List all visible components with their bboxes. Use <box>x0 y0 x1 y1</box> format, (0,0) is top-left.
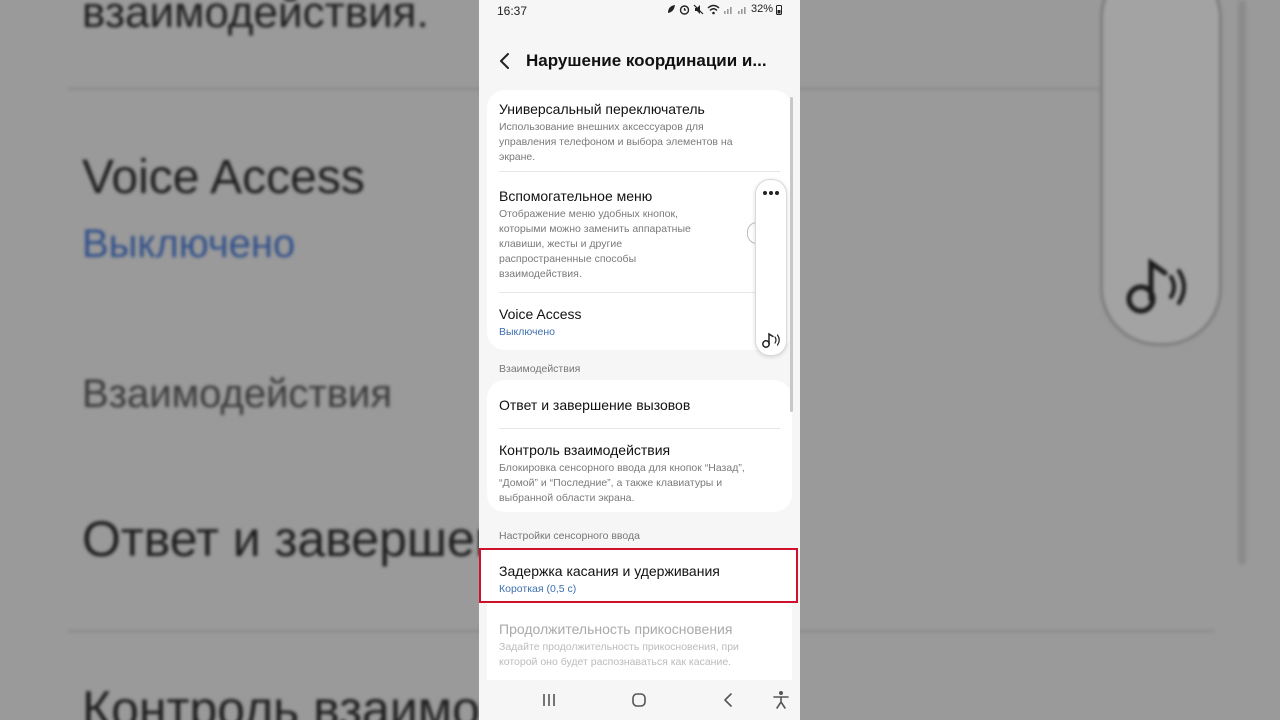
item-title: Задержка касания и удерживания <box>499 563 720 579</box>
divider <box>499 428 780 429</box>
leaf-icon <box>667 5 675 13</box>
nav-back-icon[interactable] <box>717 688 741 712</box>
bg-text-top: взаимодействия. <box>82 0 429 37</box>
status-bar: 16:37 32% <box>479 0 800 22</box>
section-label-touch-settings: Настройки сенсорного ввода <box>499 530 640 542</box>
battery-icon <box>776 4 782 15</box>
signal-icon <box>723 7 732 14</box>
signal-icon-2 <box>737 7 746 14</box>
list-item-answer-calls[interactable]: Ответ и завершение вызовов <box>499 396 780 414</box>
item-title: Универсальный переключатель <box>499 101 705 117</box>
status-icons: 32% <box>666 3 782 15</box>
bg-floating-menu <box>1100 0 1222 346</box>
list-item-touch-duration[interactable]: Продолжительность прикосновения Задайте … <box>499 620 780 670</box>
item-desc: Использование внешних аксессуаров для уп… <box>499 121 733 163</box>
divider <box>499 292 780 293</box>
item-title: Вспомогательное меню <box>499 188 653 204</box>
item-status: Выключено <box>499 326 555 338</box>
item-status: Короткая (0,5 с) <box>499 583 577 595</box>
voice-music-icon[interactable] <box>760 331 782 349</box>
alarm-icon <box>679 4 690 15</box>
card-interactions: Ответ и завершение вызовов Контроль взаи… <box>487 380 792 512</box>
scrollbar[interactable] <box>790 97 793 412</box>
bg-voice-status: Выключено <box>82 222 296 266</box>
item-title: Voice Access <box>499 306 582 322</box>
battery-percent: 32% <box>750 3 773 15</box>
status-time: 16:37 <box>497 4 528 18</box>
header: Нарушение координации и... <box>479 40 800 82</box>
bg-scrollbar <box>1238 0 1246 565</box>
more-icon[interactable] <box>761 188 781 198</box>
page-title: Нарушение координации и... <box>526 51 767 70</box>
list-item-interaction-control[interactable]: Контроль взаимодействия Блокировка сенсо… <box>499 441 780 506</box>
phone-screen: 16:37 32% Нарушение координации и... Уни… <box>479 0 800 720</box>
item-title: Контроль взаимодействия <box>499 442 671 458</box>
item-desc: Блокировка сенсорного ввода для кнопок “… <box>499 462 745 504</box>
list-item-voice-access[interactable]: Voice Access Выключено <box>499 305 780 340</box>
recents-icon[interactable] <box>537 688 561 712</box>
bg-voice-access: Voice Access <box>82 151 365 204</box>
bg-section: Взаимодействия <box>82 372 392 416</box>
item-title: Ответ и завершение вызовов <box>499 397 691 413</box>
section-label-interactions: Взаимодействия <box>499 363 581 375</box>
card-main: Универсальный переключатель Использовани… <box>487 90 792 350</box>
navigation-bar <box>479 680 800 720</box>
bg-music-icon <box>1126 258 1186 314</box>
back-icon[interactable] <box>493 49 517 73</box>
list-item-touch-hold-delay[interactable]: Задержка касания и удерживания Короткая … <box>479 548 798 603</box>
item-title: Продолжительность прикосновения <box>499 621 733 637</box>
accessibility-icon[interactable] <box>769 688 793 712</box>
home-icon[interactable] <box>627 688 651 712</box>
item-desc: Отображение меню удобных кнопок, которым… <box>499 208 691 280</box>
item-desc: Задайте продолжительность прикосновения,… <box>499 641 739 668</box>
list-item-assistant-menu[interactable]: Вспомогательное меню Отображение меню уд… <box>499 187 780 282</box>
floating-assistant-menu[interactable] <box>755 179 787 356</box>
wifi-icon <box>707 4 720 14</box>
list-item-universal-switch[interactable]: Универсальный переключатель Использовани… <box>499 100 780 165</box>
divider <box>499 171 780 172</box>
mute-icon <box>693 4 704 14</box>
